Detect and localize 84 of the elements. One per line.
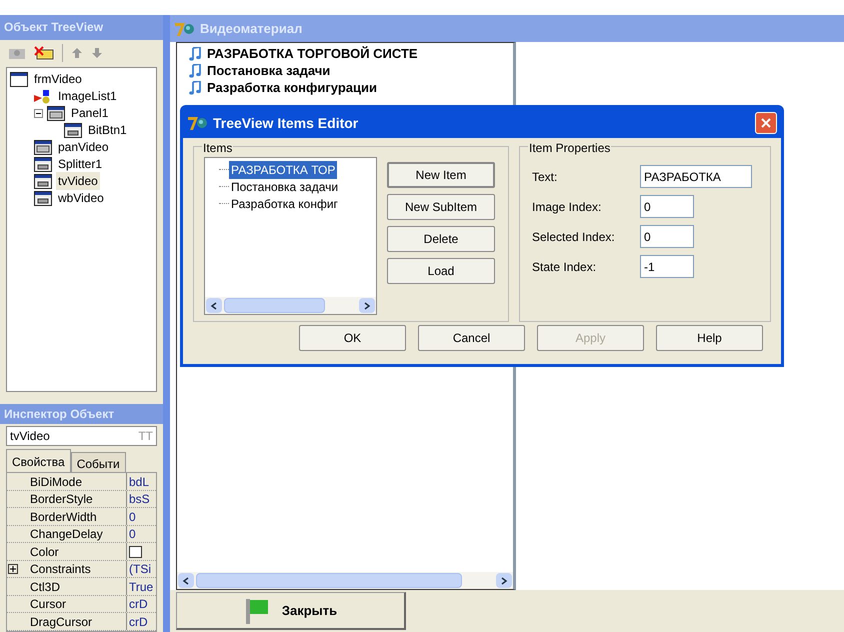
property-value[interactable]: crD [129, 613, 148, 630]
panel-icon [47, 106, 65, 121]
property-name[interactable]: BorderStyle [20, 490, 93, 508]
delete-folder-icon[interactable] [34, 46, 54, 60]
shapes-icon [34, 88, 52, 104]
editor-button[interactable]: New Item [387, 162, 495, 188]
tree-item[interactable]: Panel1 [69, 104, 110, 122]
scroll-right-icon[interactable] [359, 298, 375, 313]
tree-item[interactable]: panVideo [56, 138, 110, 156]
scroll-left-icon[interactable] [206, 298, 222, 313]
property-name[interactable]: BiDiMode [20, 472, 82, 491]
component-selector[interactable]: tvVideo TT [6, 426, 157, 446]
scroll-right-icon[interactable] [496, 573, 512, 588]
field-label: Selected Index: [532, 228, 616, 246]
tree-item[interactable]: Разработка конфигурации [207, 78, 377, 98]
property-value[interactable]: crD [129, 596, 148, 612]
tree-item[interactable]: Постановка задачи [207, 60, 330, 80]
flag-icon [244, 596, 270, 624]
dialog-button[interactable]: Help [656, 325, 763, 351]
horizontal-scrollbar[interactable] [205, 297, 376, 314]
property-name[interactable]: BorderWidth [20, 508, 97, 526]
field-label: Text: [532, 168, 558, 186]
control-icon [64, 122, 82, 138]
down-arrow-icon[interactable] [91, 47, 103, 60]
property-name[interactable]: DragCursor [20, 612, 92, 631]
list-item[interactable]: Разработка конфиг [229, 194, 340, 212]
input-field[interactable]: -1 [640, 255, 694, 278]
scroll-thumb[interactable] [224, 298, 325, 313]
app-logo-icon [174, 20, 196, 36]
close-button[interactable]: Закрыть [176, 592, 406, 630]
music-note-icon [189, 64, 201, 78]
inspector-tab[interactable]: Свойства [6, 449, 71, 472]
tree-item[interactable]: tvVideo [56, 172, 100, 190]
music-note-icon [189, 46, 201, 60]
property-name[interactable]: Cursor [20, 595, 66, 614]
editor-button[interactable]: Delete [387, 226, 495, 252]
property-value[interactable]: bsS [129, 490, 150, 508]
inspector-tab[interactable]: Событи [70, 452, 126, 472]
property-value[interactable]: bdL [129, 473, 150, 490]
image-icon[interactable] [8, 46, 26, 60]
property-value[interactable]: 0 [129, 508, 136, 525]
tree-item[interactable]: РАЗРАБОТКА ТОРГОВОЙ СИСТЕ [207, 44, 418, 64]
tree-item[interactable]: Splitter1 [56, 155, 104, 174]
input-field[interactable]: 0 [640, 195, 694, 218]
dialog-title: TreeView Items Editor [213, 114, 358, 132]
panel-icon [34, 140, 52, 155]
horizontal-scrollbar[interactable] [177, 572, 513, 589]
control-icon [34, 156, 52, 172]
property-value[interactable]: (TSi [129, 560, 151, 578]
expand-icon[interactable] [8, 564, 18, 574]
tree-item[interactable]: ImageList1 [56, 87, 119, 106]
editor-button[interactable]: New SubItem [387, 194, 495, 220]
input-field[interactable]: РАЗРАБОТКА [640, 165, 752, 188]
tree-item[interactable]: BitBtn1 [86, 121, 129, 140]
color-swatch [129, 546, 142, 558]
music-note-icon [189, 80, 201, 94]
control-icon [34, 174, 52, 189]
window-icon [10, 72, 28, 87]
form-title: Видеоматериал [200, 20, 302, 38]
collapse-icon[interactable] [34, 108, 43, 118]
property-value[interactable]: True [129, 578, 154, 595]
field-label: Image Index: [532, 198, 602, 216]
property-name[interactable]: ChangeDelay [20, 525, 103, 544]
list-item[interactable]: Постановка задачи [229, 178, 340, 196]
app-logo-icon [187, 115, 209, 131]
up-arrow-icon[interactable] [71, 47, 83, 60]
property-value[interactable]: 0 [129, 526, 136, 542]
editor-button[interactable]: Load [387, 258, 495, 284]
field-label: State Index: [532, 258, 598, 276]
dialog-button[interactable]: OK [299, 325, 406, 351]
close-icon[interactable] [755, 112, 777, 134]
property-name[interactable]: Color [20, 542, 59, 561]
dialog-button[interactable]: Cancel [418, 325, 525, 351]
panel-title: Инспектор Объект [4, 406, 114, 423]
scroll-left-icon[interactable] [178, 573, 194, 588]
tree-item[interactable]: wbVideo [56, 189, 106, 208]
list-item[interactable]: РАЗРАБОТКА ТОР [229, 160, 338, 178]
tree-item[interactable]: frmVideo [32, 70, 84, 88]
panel-title: Объект TreeView [4, 19, 104, 36]
scroll-thumb[interactable] [196, 573, 462, 588]
property-name[interactable]: Ctl3D [20, 578, 60, 596]
input-field[interactable]: 0 [640, 225, 694, 248]
control-icon [34, 190, 52, 206]
property-name[interactable]: Constraints [20, 560, 91, 578]
